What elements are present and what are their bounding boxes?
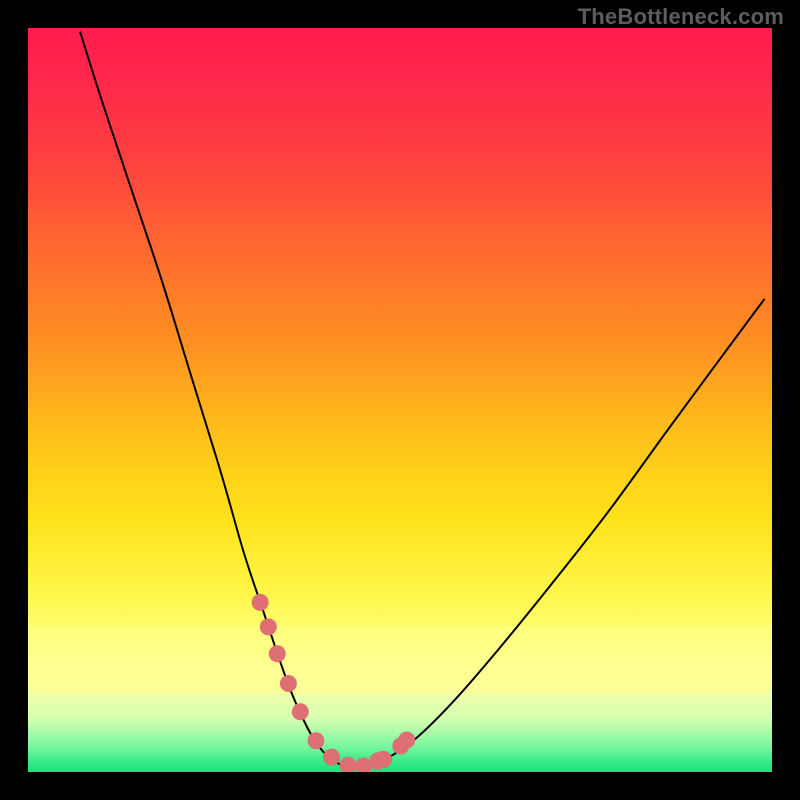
tolerance-marker xyxy=(280,675,297,692)
bottleneck-chart: TheBottleneck.com xyxy=(0,0,800,800)
tolerance-marker xyxy=(260,618,277,635)
chart-svg xyxy=(0,0,800,800)
highlight-band xyxy=(28,627,772,694)
tolerance-marker xyxy=(252,594,269,611)
tolerance-marker xyxy=(339,757,356,774)
tolerance-marker xyxy=(269,645,286,662)
watermark-text: TheBottleneck.com xyxy=(578,4,784,30)
tolerance-marker xyxy=(375,751,392,768)
tolerance-marker xyxy=(307,732,324,749)
tolerance-marker xyxy=(323,749,340,766)
tolerance-marker xyxy=(398,732,415,749)
tolerance-marker xyxy=(292,703,309,720)
